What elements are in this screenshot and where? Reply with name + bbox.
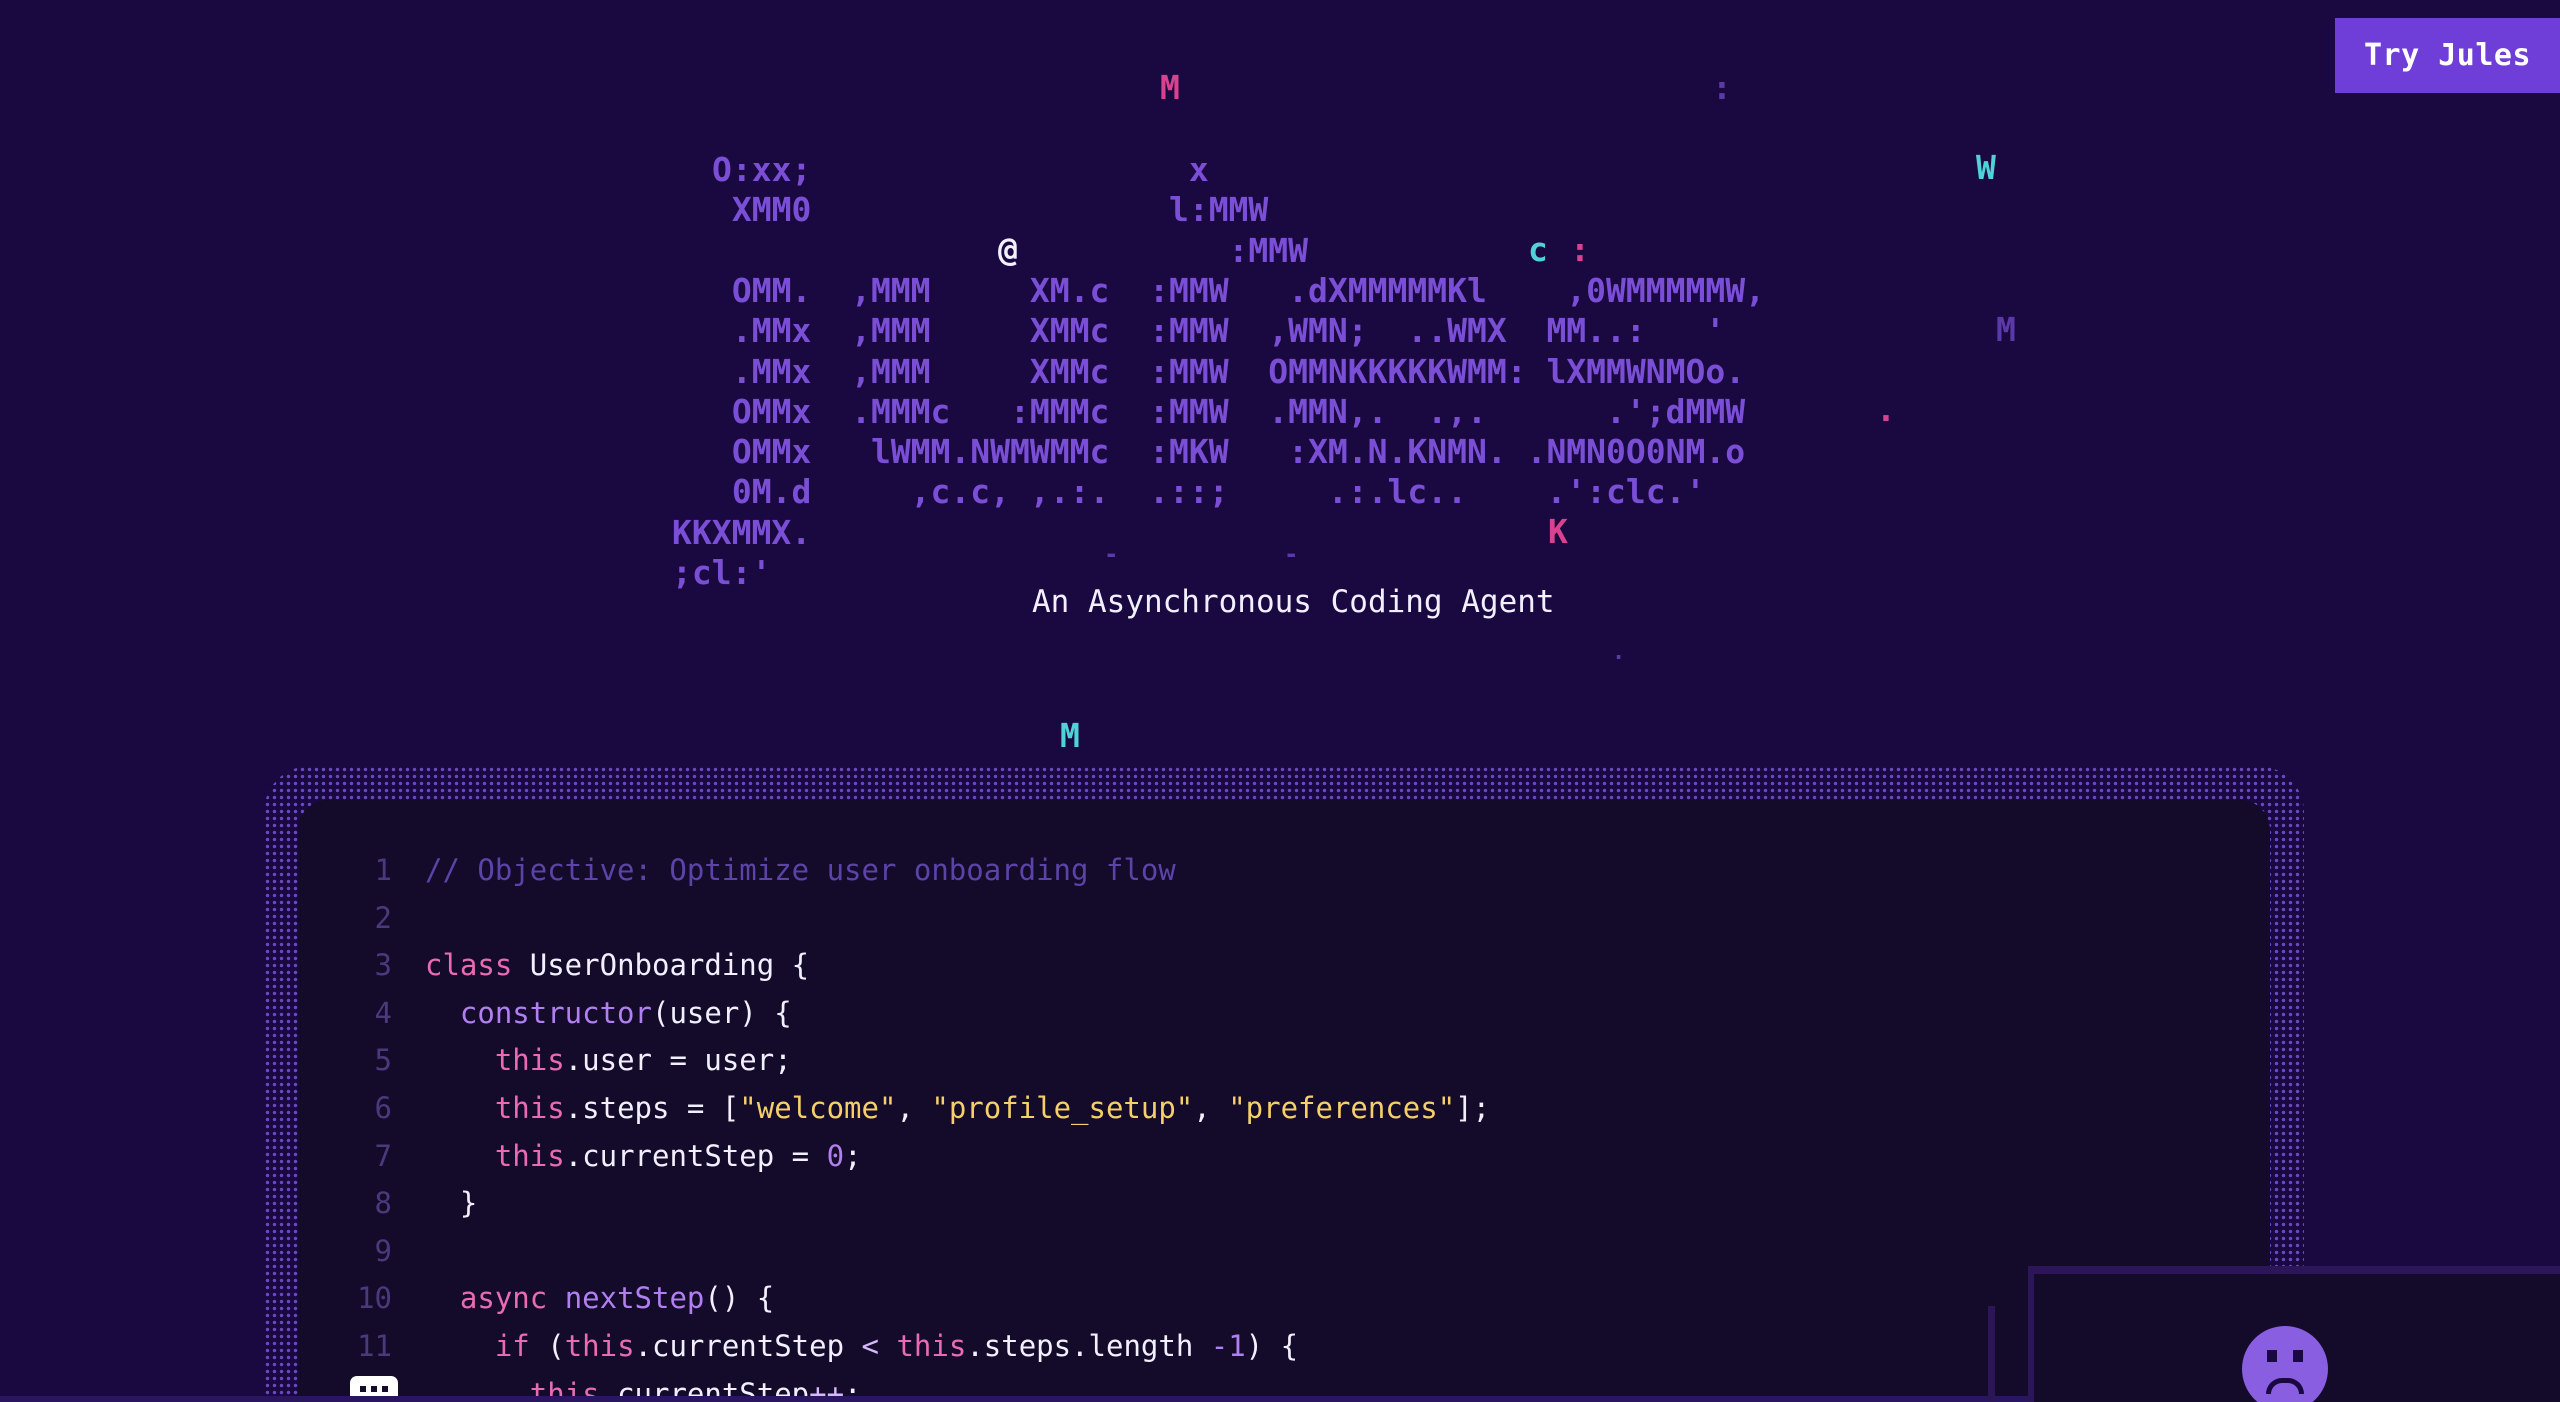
stray-glyph: c: [1528, 230, 1548, 269]
code-text: class UserOnboarding {: [425, 942, 809, 989]
code-token: (: [547, 1329, 565, 1363]
code-token: .user = user;: [564, 1043, 792, 1078]
stray-glyph: -: [1104, 540, 1119, 568]
code-token: .steps = [: [564, 1091, 740, 1125]
code-token: <: [861, 1329, 879, 1363]
code-line: 1 // Objective: Optimize user onboarding …: [298, 847, 2198, 894]
line-number: 7: [374, 1138, 392, 1173]
stray-glyph: @: [998, 230, 1018, 269]
code-token: ;: [844, 1138, 862, 1173]
code-token: "welcome": [739, 1091, 897, 1125]
code-line: 7 this.currentStep = 0;: [298, 1133, 2198, 1180]
code-token: class: [425, 948, 530, 983]
code-line: 2: [298, 895, 2198, 942]
code-line: 8 }: [298, 1180, 2198, 1227]
code-token: (user) {: [651, 995, 792, 1030]
stray-glyph: -: [1284, 540, 1299, 568]
tagline: An Asynchronous Coding Agent: [1032, 584, 1555, 620]
code-text: this.user = user;: [425, 1037, 792, 1084]
code-text: this.currentStep = 0;: [425, 1133, 862, 1180]
code-token: async: [459, 1281, 565, 1316]
code-text: }: [425, 1180, 477, 1227]
code-token: }: [425, 1186, 478, 1221]
code-text: this.steps = ["welcome", "profile_setup"…: [425, 1085, 1490, 1132]
line-number: 8: [374, 1186, 392, 1221]
code-line: 6 this.steps = ["welcome", "profile_setu…: [298, 1085, 2198, 1132]
code-token: this: [494, 1043, 565, 1078]
logo-line: OMMx .MMMc :MMMc :MMW .MMN,. .,. .';dMMW: [712, 392, 1746, 431]
stray-glyph: M: [1060, 716, 1080, 755]
line-number: 6: [374, 1091, 392, 1125]
code-token: () {: [704, 1281, 775, 1316]
code-line: 11 if (this.currentStep < this.steps.len…: [298, 1323, 2198, 1370]
logo-line: OMM. ,MMM XM.c :MMW .dXMMMMMKl ,0WMMMMMW…: [712, 271, 1765, 310]
line-number: 10: [357, 1281, 392, 1316]
code-token: // Objective: Optimize user onboarding f…: [425, 853, 1176, 887]
logo-line: 0M.d ,c.c, ,.:. .::; .:.lc.. .':clc.': [712, 472, 1706, 511]
line-number: 3: [374, 948, 392, 983]
stray-glyph: :: [1570, 230, 1590, 269]
code-editor: 1 // Objective: Optimize user onboarding …: [298, 800, 2270, 1402]
stray-glyph: M: [1996, 310, 2016, 349]
logo-line: O:xx; x: [712, 150, 1209, 189]
code-text: if (this.currentStep < this.steps.length…: [425, 1323, 1298, 1370]
code-token: this: [494, 1138, 565, 1173]
code-token: UserOnboarding {: [529, 948, 810, 983]
code-token: ,: [1193, 1091, 1229, 1125]
code-token: .currentStep: [634, 1329, 862, 1363]
code-token: nextStep: [564, 1281, 705, 1316]
code-token: this: [494, 1091, 565, 1125]
logo-line: XMM0 l:MMW: [712, 190, 1269, 229]
code-token: 0: [826, 1138, 845, 1173]
code-token: .steps.length: [966, 1329, 1211, 1363]
code-token: ) {: [1245, 1329, 1299, 1363]
code-token: ,: [896, 1091, 932, 1125]
stray-glyph: .: [1876, 390, 1896, 429]
page: Try Jules O:xx; x XMM0 l:MMW :MMW OMM. ,…: [0, 0, 2560, 1402]
sad-face-icon[interactable]: [2242, 1326, 2328, 1402]
code-line: 10 async nextStep() {: [298, 1275, 2198, 1322]
code-text: // Objective: Optimize user onboarding f…: [425, 847, 1176, 894]
logo-line: OMMx lWMM.NWMWMMc :MKW :XM.N.KNMN. .NMN0…: [712, 432, 1746, 471]
code-token: "profile_setup": [931, 1091, 1194, 1125]
logo-line: .MMx ,MMM XMMc :MMW ,WMN; ..WMX MM..: ': [712, 311, 1726, 350]
logo-line: ;cl:': [672, 553, 772, 592]
stray-glyph: W: [1976, 148, 1996, 187]
line-number: 2: [374, 900, 392, 935]
code-line: 9: [298, 1228, 2198, 1275]
panel-divider: [1988, 1306, 1995, 1402]
stray-glyph: :: [1712, 68, 1732, 107]
code-line: 3 class UserOnboarding {: [298, 942, 2198, 989]
code-text: async nextStep() {: [425, 1275, 774, 1322]
line-number: 9: [374, 1233, 392, 1268]
code-token: this: [896, 1329, 967, 1363]
logo-line: .MMx ,MMM XMMc :MMW OMMNKKKKKWMM: lXMMWN…: [712, 352, 1746, 391]
code-token: constructor: [459, 995, 652, 1030]
code-token: ];: [1455, 1091, 1491, 1125]
stray-glyph: K: [1548, 512, 1568, 551]
line-number: 1: [374, 853, 392, 887]
code-line: 4 constructor(user) {: [298, 990, 2198, 1037]
line-number: 11: [357, 1329, 392, 1363]
code-token: .currentStep =: [564, 1138, 827, 1173]
stray-glyph: M: [1160, 68, 1180, 107]
code-line: 5 this.user = user;: [298, 1037, 2198, 1084]
code-token: if: [494, 1329, 548, 1363]
code-text: constructor(user) {: [425, 990, 792, 1037]
code-token: "preferences": [1228, 1091, 1456, 1125]
line-number: 5: [374, 1043, 392, 1078]
code-token: this: [564, 1329, 635, 1363]
stray-glyph: .: [1612, 640, 1626, 665]
line-number: 4: [374, 995, 392, 1030]
logo-line: KKXMMX.: [672, 513, 812, 552]
code-token: -1: [1210, 1329, 1246, 1363]
